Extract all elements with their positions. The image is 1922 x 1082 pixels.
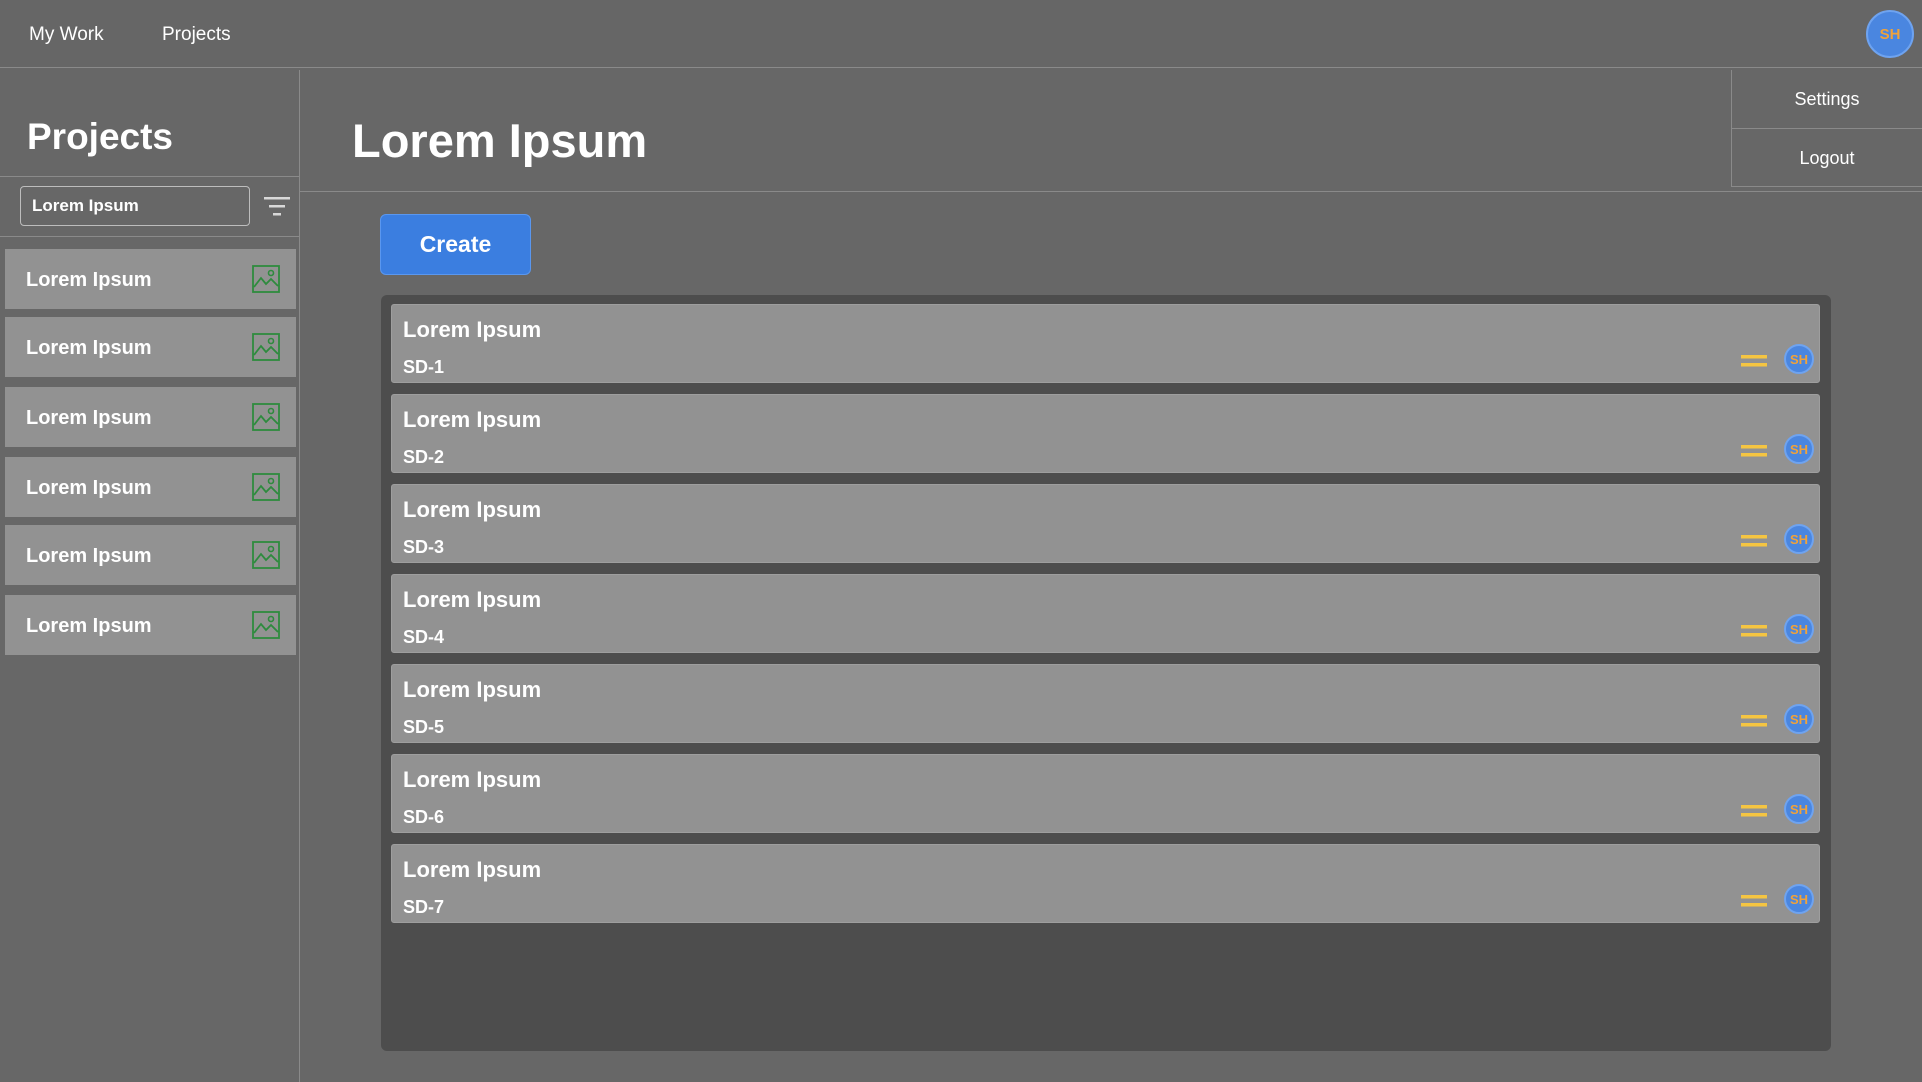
issue-card[interactable]: Lorem Ipsum SD-6 SH — [391, 754, 1820, 833]
assignee-avatar[interactable]: SH — [1784, 704, 1814, 734]
issue-title: Lorem Ipsum — [403, 407, 542, 432]
image-icon — [252, 611, 280, 639]
sidebar-project-item[interactable]: Lorem Ipsum — [5, 387, 296, 447]
sidebar-project-label: Lorem Ipsum — [26, 545, 152, 567]
projects-sidebar: Projects Lorem Ipsum Lorem Ipsum Lorem Ip… — [0, 70, 300, 1082]
issue-key: SD-2 — [403, 447, 445, 467]
priority-medium-icon — [1741, 715, 1767, 727]
sidebar-project-label: Lorem Ipsum — [26, 477, 152, 499]
nav-projects[interactable]: Projects — [162, 24, 231, 46]
image-icon — [252, 265, 280, 293]
sidebar-project-label: Lorem Ipsum — [26, 407, 152, 429]
sidebar-project-label: Lorem Ipsum — [26, 615, 152, 637]
sidebar-project-item[interactable]: Lorem Ipsum — [5, 595, 296, 655]
filter-icon[interactable] — [264, 194, 290, 218]
divider — [0, 176, 300, 177]
issue-title: Lorem Ipsum — [403, 767, 542, 792]
sidebar-project-label: Lorem Ipsum — [26, 337, 152, 359]
issue-title: Lorem Ipsum — [403, 677, 542, 702]
priority-medium-icon — [1741, 535, 1767, 547]
issue-card[interactable]: Lorem Ipsum SD-4 SH — [391, 574, 1820, 653]
image-icon — [252, 403, 280, 431]
sidebar-project-item[interactable]: Lorem Ipsum — [5, 317, 296, 377]
image-icon — [252, 473, 280, 501]
sidebar-project-label: Lorem Ipsum — [26, 269, 152, 291]
assignee-avatar[interactable]: SH — [1784, 794, 1814, 824]
priority-medium-icon — [1741, 805, 1767, 817]
nav-my-work[interactable]: My Work — [29, 24, 104, 46]
issue-card[interactable]: Lorem Ipsum SD-2 SH — [391, 394, 1820, 473]
issue-card[interactable]: Lorem Ipsum SD-3 SH — [391, 484, 1820, 563]
issue-title: Lorem Ipsum — [403, 857, 542, 882]
issue-key: SD-7 — [403, 897, 445, 917]
issue-title: Lorem Ipsum — [403, 497, 542, 522]
sidebar-project-item[interactable]: Lorem Ipsum — [5, 457, 296, 517]
priority-medium-icon — [1741, 895, 1767, 907]
issue-key: SD-4 — [403, 627, 445, 647]
issue-title: Lorem Ipsum — [403, 317, 542, 342]
assignee-avatar[interactable]: SH — [1784, 344, 1814, 374]
create-button[interactable]: Create — [380, 214, 531, 275]
divider — [300, 191, 1922, 192]
issue-key: SD-3 — [403, 537, 445, 557]
priority-medium-icon — [1741, 625, 1767, 637]
issue-key: SD-6 — [403, 807, 445, 827]
priority-medium-icon — [1741, 445, 1767, 457]
assignee-avatar[interactable]: SH — [1784, 884, 1814, 914]
user-menu: Settings Logout — [1731, 70, 1922, 187]
issue-key: SD-1 — [403, 357, 445, 377]
divider — [0, 236, 300, 237]
sidebar-project-item[interactable]: Lorem Ipsum — [5, 249, 296, 309]
priority-medium-icon — [1741, 355, 1767, 367]
assignee-avatar[interactable]: SH — [1784, 524, 1814, 554]
page-title: Lorem Ipsum — [352, 114, 648, 167]
issue-board: Lorem Ipsum SD-1 SH Lorem Ipsum SD-2 SH Lorem … — [381, 295, 1831, 1051]
settings-menu-item[interactable]: Settings — [1732, 70, 1922, 129]
sidebar-title: Projects — [27, 116, 174, 157]
sidebar-project-item[interactable]: Lorem Ipsum — [5, 525, 296, 585]
issue-key: SD-5 — [403, 717, 445, 737]
project-search-input[interactable]: Lorem Ipsum — [20, 186, 250, 226]
logout-menu-item[interactable]: Logout — [1732, 129, 1922, 187]
issue-card[interactable]: Lorem Ipsum SD-7 SH — [391, 844, 1820, 923]
assignee-avatar[interactable]: SH — [1784, 434, 1814, 464]
image-icon — [252, 333, 280, 361]
issue-title: Lorem Ipsum — [403, 587, 542, 612]
issue-card[interactable]: Lorem Ipsum SD-1 SH — [391, 304, 1820, 383]
user-avatar[interactable]: SH — [1866, 10, 1914, 58]
assignee-avatar[interactable]: SH — [1784, 614, 1814, 644]
image-icon — [252, 541, 280, 569]
top-navigation-bar: My Work Projects SH — [0, 0, 1922, 68]
issue-card[interactable]: Lorem Ipsum SD-5 SH — [391, 664, 1820, 743]
